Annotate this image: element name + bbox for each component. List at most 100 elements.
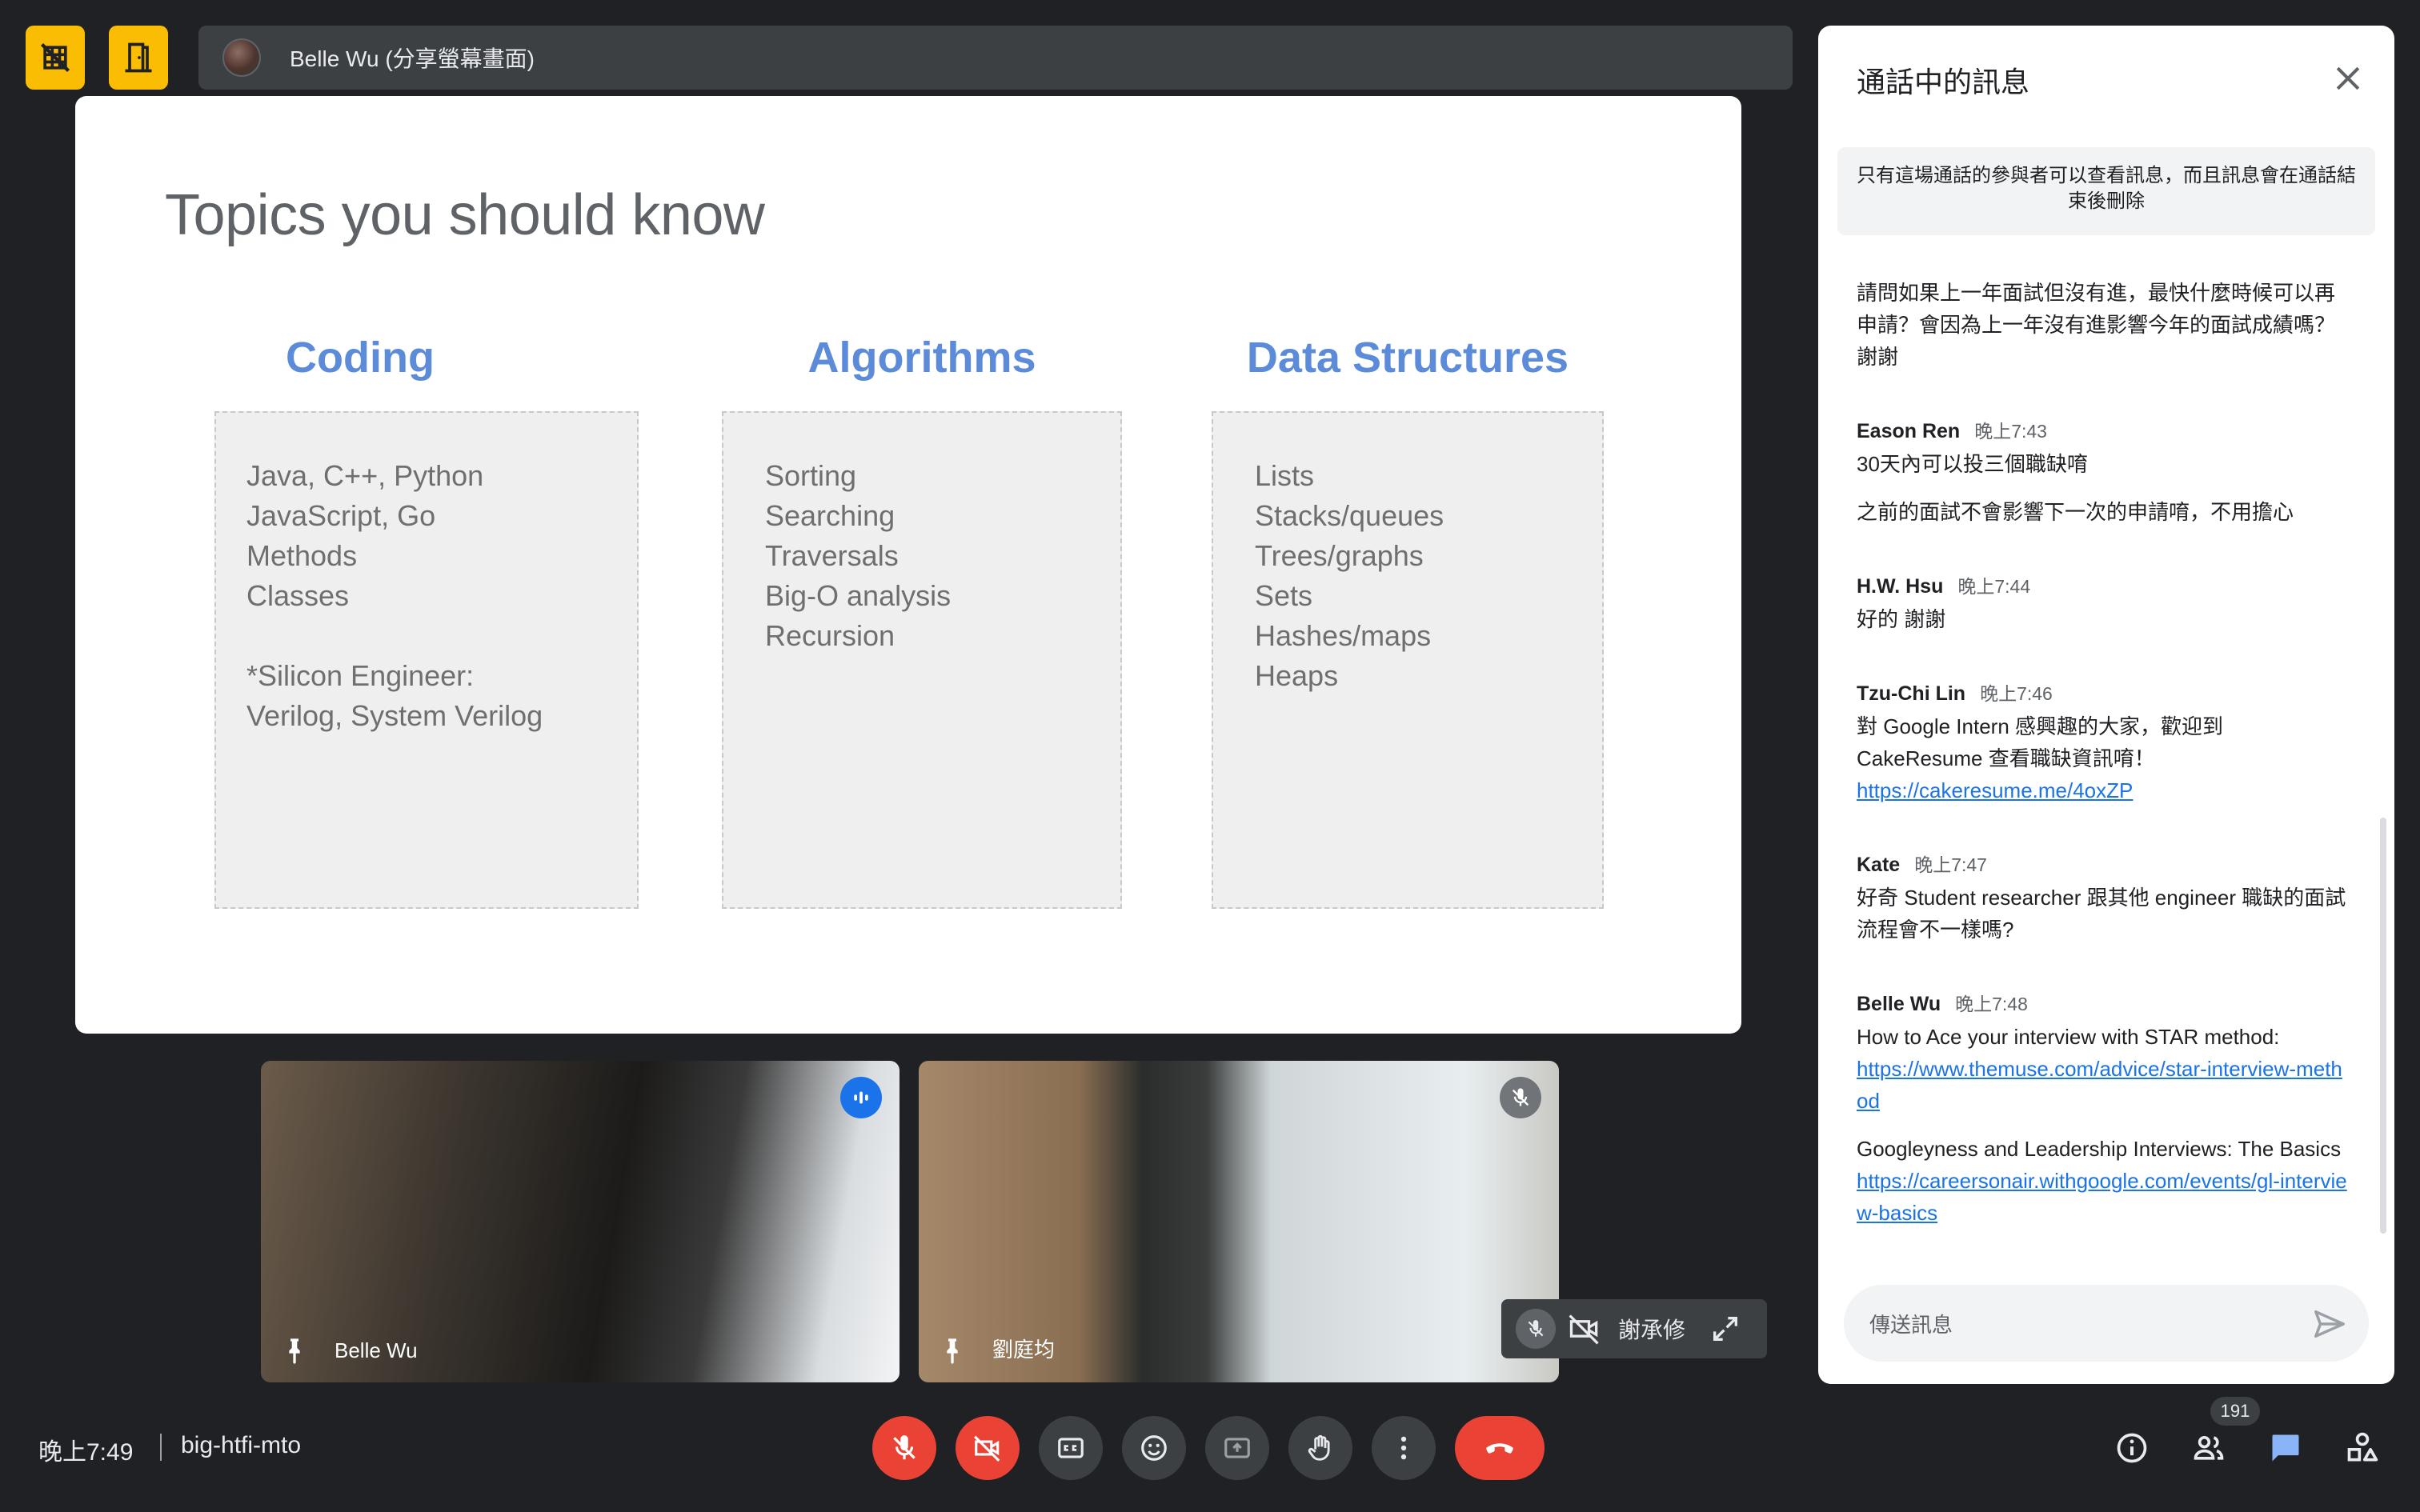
meeting-details-button[interactable] — [2109, 1426, 2154, 1470]
chat-scrollbar[interactable] — [2380, 818, 2386, 1234]
list-item: Java, C++, Python — [246, 459, 484, 492]
participant-tile-2[interactable]: 劉庭均 — [919, 1061, 1559, 1382]
list-item: Recursion — [765, 619, 895, 652]
grid-off-icon — [40, 42, 70, 73]
pin-icon[interactable] — [936, 1336, 968, 1368]
chat-message-text: 對 Google Intern 感興趣的大家，歡迎到 CakeResume 查看… — [1857, 714, 2223, 770]
chat-message-text: 好的 謝謝 — [1857, 607, 1946, 631]
chat-message-input[interactable]: 傳送訊息 — [1844, 1285, 2369, 1362]
list-item: Stacks/queues — [1255, 499, 1444, 532]
chat-message-header: H.W. Hsu 晚上7:44 — [1857, 571, 2353, 598]
column-box-data-structures: Lists Stacks/queues Trees/graphs Sets Ha… — [1212, 411, 1604, 909]
reactions-button[interactable] — [1122, 1416, 1186, 1480]
captions-icon — [1058, 1438, 1084, 1458]
participant-tile-belle-wu[interactable]: Belle Wu — [261, 1061, 899, 1382]
camera-toggle-button[interactable] — [956, 1416, 1020, 1480]
clock: 晚上7:49 — [38, 1439, 134, 1466]
message-time: 晚上7:46 — [1980, 683, 2053, 704]
message-time: 晚上7:47 — [1914, 854, 1987, 875]
list-item: Heaps — [1255, 659, 1339, 692]
activities-button[interactable] — [2340, 1426, 2385, 1470]
list-item: Methods — [246, 539, 358, 572]
chat-icon — [2272, 1434, 2299, 1462]
shapes-icon — [2347, 1432, 2378, 1462]
microphone-toggle-button[interactable] — [872, 1416, 936, 1480]
self-view-bar[interactable]: 謝承修 — [1501, 1299, 1767, 1358]
column-title-data-structures: Data Structures — [1246, 334, 1569, 382]
chat-message-text: 請問如果上一年面試但沒有進，最快什麼時候可以再申請？會因為上一年沒有進影響今年的… — [1857, 281, 2336, 369]
more-options-button[interactable] — [1372, 1416, 1436, 1480]
column-box-coding: Java, C++, Python JavaScript, Go Methods… — [214, 411, 639, 909]
people-button[interactable] — [2186, 1426, 2231, 1470]
list-item: Traversals — [765, 539, 899, 572]
hide-content-icon-button[interactable] — [26, 26, 85, 90]
list-item: *Silicon Engineer: — [246, 659, 475, 692]
chat-message-link[interactable]: https://careersonair.withgoogle.com/even… — [1857, 1165, 2353, 1229]
list-item: Lists — [1255, 459, 1315, 492]
leave-call-button[interactable] — [1455, 1416, 1545, 1480]
chat-message-text: Googleyness and Leadership Interviews: T… — [1857, 1137, 2342, 1161]
message-sender: Tzu-Chi Lin — [1857, 682, 1966, 705]
chat-message-header: Eason Ren 晚上7:43 — [1857, 416, 2353, 443]
list-item: Trees/graphs — [1255, 539, 1424, 572]
message-time: 晚上7:48 — [1955, 994, 2028, 1014]
chat-message-text: 之前的面試不會影響下一次的申請唷，不用擔心 — [1857, 500, 2294, 524]
more-vert-icon — [1400, 1436, 1407, 1460]
present-icon — [1224, 1438, 1250, 1458]
info-icon — [2117, 1433, 2147, 1463]
close-icon[interactable] — [2330, 61, 2366, 96]
mic-off-icon — [1500, 1077, 1541, 1118]
list-item: Searching — [765, 499, 895, 532]
chat-message-link[interactable]: https://cakeresume.me/4oxZP — [1857, 774, 2353, 806]
mic-off-icon — [893, 1435, 916, 1460]
meeting-code: big-htfi-mto — [181, 1432, 302, 1458]
camera-off-icon — [1569, 1314, 1599, 1345]
list-item: Big-O analysis — [765, 579, 952, 612]
list-item: Verilog, System Verilog — [246, 699, 543, 732]
chat-message-text: 好奇 Student researcher 跟其他 engineer 職缺的面試… — [1857, 886, 2346, 942]
camera-off-icon — [974, 1435, 1000, 1462]
present-screen-button[interactable] — [1205, 1416, 1269, 1480]
slide-title: Topics you should know — [165, 183, 765, 247]
emoji-icon — [1141, 1435, 1167, 1461]
list-item: Sets — [1255, 579, 1313, 612]
list-item: Classes — [246, 579, 350, 612]
column-box-algorithms: Sorting Searching Traversals Big-O analy… — [722, 411, 1122, 909]
presenter-label: Belle Wu (分享螢幕畫面) — [290, 46, 535, 71]
raise-hand-button[interactable] — [1288, 1416, 1352, 1480]
column-title-coding: Coding — [286, 334, 435, 382]
chat-message-text: 30天內可以投三個職缺唷 — [1857, 452, 2088, 476]
chat-message-link[interactable]: https://www.themuse.com/advice/star-inte… — [1857, 1053, 2353, 1117]
chat-panel: 通話中的訊息 只有這場通話的參與者可以查看訊息，而且訊息會在通話結束後刪除 請問… — [1818, 26, 2394, 1384]
chat-message-header: Tzu-Chi Lin 晚上7:46 — [1857, 678, 2353, 706]
column-title-algorithms: Algorithms — [807, 334, 1036, 382]
send-icon[interactable] — [2311, 1306, 2348, 1342]
message-time: 晚上7:43 — [1974, 421, 2047, 442]
speaking-indicator-icon — [840, 1077, 882, 1118]
pin-icon[interactable] — [278, 1336, 311, 1368]
participant-name: 劉庭均 — [992, 1338, 1056, 1362]
list-item: Hashes/maps — [1255, 619, 1432, 652]
chat-title: 通話中的訊息 — [1857, 66, 2030, 98]
chat-button[interactable] — [2263, 1426, 2308, 1470]
room-icon-button[interactable] — [109, 26, 168, 90]
message-time: 晚上7:44 — [1957, 576, 2031, 597]
hand-icon — [1308, 1434, 1330, 1461]
chat-message-header: Belle Wu 晚上7:48 — [1857, 989, 2353, 1016]
avatar — [222, 38, 261, 77]
message-sender: Belle Wu — [1857, 993, 1941, 1015]
chat-input-placeholder: 傳送訊息 — [1869, 1312, 1953, 1337]
captions-button[interactable] — [1039, 1416, 1103, 1480]
participant-name: Belle Wu — [335, 1338, 418, 1362]
list-item: JavaScript, Go — [246, 499, 436, 532]
people-icon — [2194, 1435, 2224, 1460]
shared-screen-slide: Topics you should know Coding Java, C++,… — [75, 96, 1741, 1034]
participant-count-badge: 191 — [2210, 1397, 2260, 1426]
expand-icon[interactable] — [1709, 1313, 1741, 1345]
chat-notice: 只有這場通話的參與者可以查看訊息，而且訊息會在通話結束後刪除 — [1837, 147, 2375, 235]
call-end-icon — [1486, 1443, 1513, 1454]
list-item: Sorting — [765, 459, 857, 492]
message-sender: Kate — [1857, 854, 1901, 876]
self-name: 謝承修 — [1618, 1318, 1686, 1342]
